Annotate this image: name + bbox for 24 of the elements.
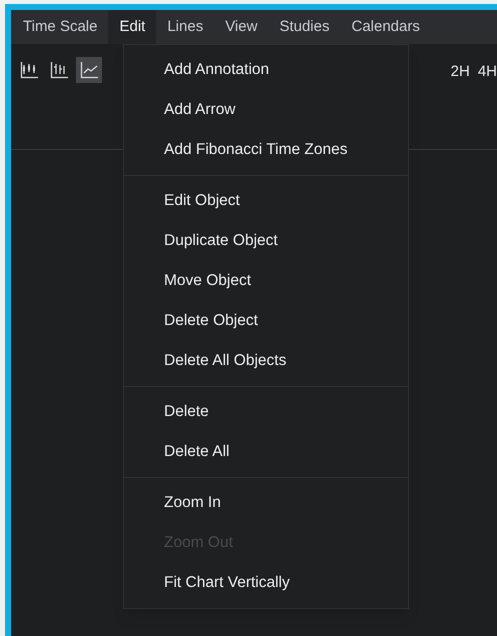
menu-item[interactable]: Lines [156, 10, 214, 44]
menu-entry[interactable]: Delete Object [124, 301, 408, 341]
menu-item[interactable]: Studies [268, 10, 340, 44]
interval-button[interactable]: 4H [478, 61, 497, 84]
line-chart-icon [80, 61, 98, 79]
menu-entry[interactable]: Fit Chart Vertically [124, 563, 408, 603]
menu-entry[interactable]: Add Arrow [124, 90, 408, 130]
menu-entry[interactable]: Delete [124, 392, 408, 432]
chart-type-button[interactable] [76, 57, 102, 83]
menu-item[interactable]: Time Scale [12, 10, 108, 44]
menu-entry[interactable]: Zoom In [124, 483, 408, 523]
candles-chart-icon [20, 61, 38, 79]
interval-button[interactable]: 2H [450, 61, 470, 84]
menu-item[interactable]: View [214, 10, 268, 44]
menu-entry[interactable]: Edit Object [124, 181, 408, 221]
menu-entry[interactable]: Move Object [124, 261, 408, 301]
menu-item[interactable]: Edit [108, 10, 156, 44]
menu-item[interactable]: Calendars [340, 10, 431, 44]
menu-entry[interactable]: Delete All [124, 432, 408, 472]
menu-entry[interactable]: Duplicate Object [124, 221, 408, 261]
menu-entry[interactable]: Delete All Objects [124, 341, 408, 381]
menu-entry[interactable]: Add Annotation [124, 50, 408, 90]
bars-chart-icon [50, 61, 68, 79]
menu-entry[interactable]: Add Fibonacci Time Zones [124, 130, 408, 170]
